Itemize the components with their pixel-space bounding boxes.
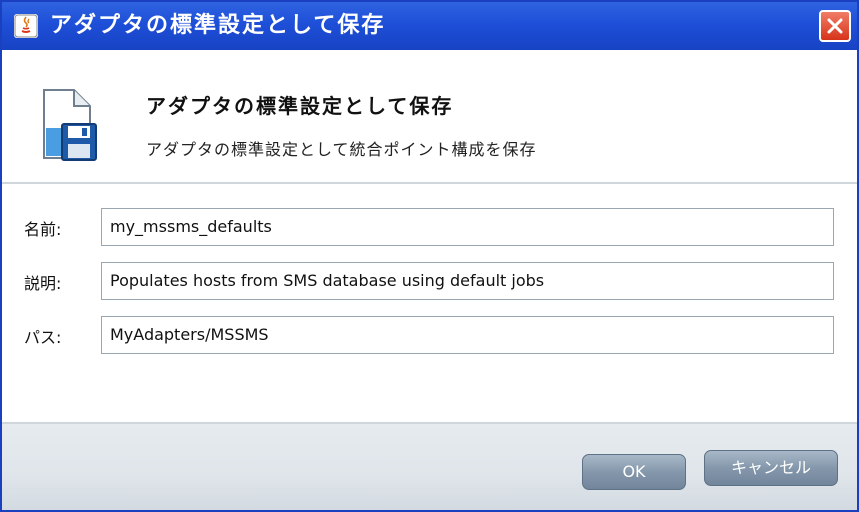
dialog-description: アダプタの標準設定として統合ポイント構成を保存 bbox=[146, 140, 537, 159]
button-bar: OK キャンセル bbox=[2, 424, 857, 510]
path-label: パス: bbox=[24, 328, 62, 347]
title-bar[interactable]: アダプタの標準設定として保存 bbox=[2, 2, 857, 50]
dialog-heading: アダプタの標準設定として保存 bbox=[146, 94, 454, 118]
name-label: 名前: bbox=[24, 220, 62, 239]
description-label: 説明: bbox=[24, 274, 62, 293]
header-divider bbox=[2, 182, 857, 184]
cancel-button[interactable]: キャンセル bbox=[704, 450, 838, 486]
name-field[interactable]: my_mssms_defaults bbox=[101, 208, 834, 246]
close-icon bbox=[827, 18, 843, 34]
java-icon bbox=[14, 14, 38, 38]
close-button[interactable] bbox=[819, 10, 851, 42]
ok-button[interactable]: OK bbox=[582, 454, 686, 490]
save-document-icon bbox=[40, 88, 104, 168]
description-field[interactable]: Populates hosts from SMS database using … bbox=[101, 262, 834, 300]
path-field[interactable]: MyAdapters/MSSMS bbox=[101, 316, 834, 354]
window-title: アダプタの標準設定として保存 bbox=[50, 13, 386, 38]
save-adapter-defaults-dialog: アダプタの標準設定として保存 アダプタの標準設定として保存 アダプタの標準設定と… bbox=[0, 0, 859, 512]
